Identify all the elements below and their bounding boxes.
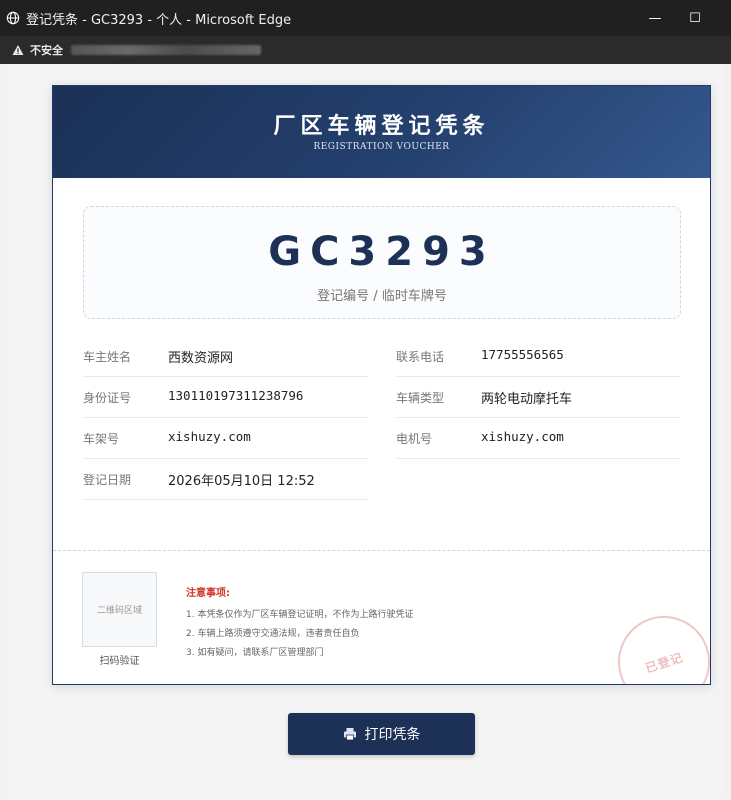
registered-stamp: 已登记 — [606, 604, 710, 684]
field-label: 车架号 — [83, 432, 120, 446]
note-item: 3. 如有疑问，请联系厂区管理部门 — [186, 648, 324, 658]
warning-icon[interactable] — [12, 44, 24, 56]
field-register-date: 登记日期 2026年05月10日 12:52 — [83, 459, 368, 500]
address-bar[interactable]: 不安全 — [0, 36, 731, 64]
voucher-subtitle: REGISTRATION VOUCHER — [313, 142, 450, 152]
field-label: 电机号 — [396, 432, 433, 446]
notes-section: 注意事项: 1. 本凭条仅作为厂区车辆登记证明，不作为上路行驶凭证 2. 车辆上… — [186, 584, 413, 664]
url-text-obscured[interactable] — [71, 45, 261, 55]
field-phone: 联系电话 17755556565 — [396, 336, 681, 377]
print-voucher-button[interactable]: 打印凭条 — [288, 713, 475, 755]
field-vehicle-type: 车辆类型 两轮电动摩托车 — [396, 377, 681, 418]
field-label: 车辆类型 — [396, 391, 445, 405]
voucher-title: 厂区车辆登记凭条 — [273, 113, 490, 139]
plate-number: GC3293 — [268, 229, 496, 275]
qr-caption: 扫码验证 — [99, 656, 140, 667]
note-item: 1. 本凭条仅作为厂区车辆登记证明，不作为上路行驶凭证 — [186, 610, 414, 620]
field-owner-name: 车主姓名 西数资源网 — [83, 336, 368, 377]
field-value: 2026年05月10日 12:52 — [168, 474, 315, 489]
plate-label: 登记编号 / 临时车牌号 — [317, 289, 447, 304]
field-value: xishuzy.com — [168, 429, 251, 444]
field-value: 17755556565 — [481, 347, 564, 362]
field-label: 身份证号 — [83, 391, 132, 405]
field-label: 联系电话 — [396, 350, 445, 364]
security-label[interactable]: 不安全 — [30, 42, 63, 58]
field-label: 车主姓名 — [83, 350, 132, 364]
field-value: xishuzy.com — [481, 429, 564, 444]
print-button-label: 打印凭条 — [364, 726, 421, 742]
field-value: 两轮电动摩托车 — [481, 392, 573, 407]
notes-title: 注意事项: — [186, 588, 230, 599]
voucher-header: 厂区车辆登记凭条 REGISTRATION VOUCHER — [53, 86, 710, 178]
browser-titlebar: 登记凭条 - GC3293 - 个人 - Microsoft Edge — ☐ — [0, 0, 731, 36]
printer-icon — [343, 728, 356, 741]
field-value: 西数资源网 — [168, 351, 234, 366]
field-motor-number: 电机号 xishuzy.com — [396, 418, 681, 459]
field-id-number: 身份证号 130110197311238796 — [83, 377, 368, 418]
globe-icon — [6, 11, 20, 25]
voucher-card: 厂区车辆登记凭条 REGISTRATION VOUCHER GC3293 登记编… — [52, 85, 711, 685]
field-label: 登记日期 — [83, 473, 132, 487]
field-value: 130110197311238796 — [168, 388, 304, 403]
note-item: 2. 车辆上路须遵守交通法规，违者责任自负 — [186, 629, 360, 639]
maximize-button[interactable]: ☐ — [672, 0, 718, 36]
field-frame-number: 车架号 xishuzy.com — [83, 418, 368, 459]
plate-box: GC3293 登记编号 / 临时车牌号 — [83, 206, 681, 319]
window-title: 登记凭条 - GC3293 - 个人 - Microsoft Edge — [26, 12, 292, 28]
dashed-divider — [53, 550, 710, 551]
qr-code-placeholder: 二维码区域 — [82, 572, 157, 647]
